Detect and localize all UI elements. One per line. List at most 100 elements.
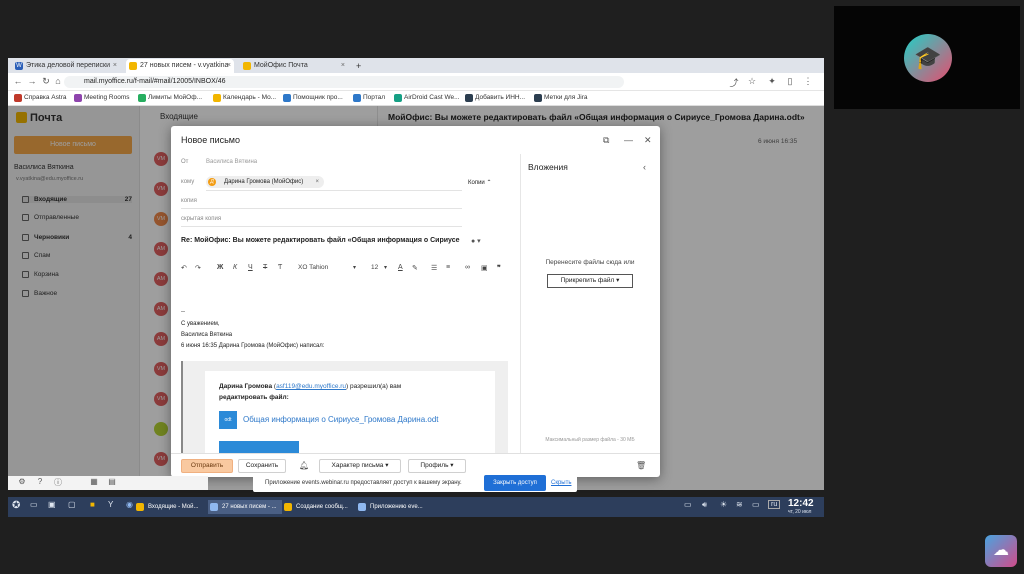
numbered-list-icon[interactable]: ☰ — [431, 264, 437, 272]
send-button[interactable]: Отправить — [181, 459, 233, 473]
help-icon[interactable]: ? — [34, 477, 46, 486]
calendar-icon[interactable]: ▤ — [106, 477, 118, 486]
body-line[interactable]: Василиса Вяткина — [181, 332, 232, 338]
clock-time[interactable]: 12:42 — [788, 498, 814, 509]
trash-icon[interactable]: 🗑︎ — [636, 461, 646, 470]
undo-icon[interactable]: ↶ — [181, 264, 187, 272]
bookmark-item[interactable]: Метки для Jira — [534, 94, 588, 102]
start-menu-icon[interactable]: ✪ — [12, 500, 20, 511]
save-button[interactable]: Сохранить — [238, 459, 286, 473]
forward-icon[interactable]: → — [26, 76, 38, 86]
body-line[interactable]: С уважением, — [181, 321, 220, 327]
cloud-icon[interactable]: ☁ — [985, 535, 1017, 567]
document-link[interactable]: Общая информация о Сириусе_Громова Дарин… — [243, 415, 439, 424]
show-desktop-icon[interactable]: ▭ — [684, 500, 692, 509]
from-value[interactable]: Василиса Вяткина — [206, 159, 257, 165]
mail-app-icon[interactable]: ■ — [90, 500, 95, 509]
star-icon[interactable]: ☆ — [746, 76, 758, 87]
new-tab-button[interactable]: + — [353, 59, 367, 73]
close-icon[interactable]: × — [227, 59, 231, 73]
taskbar-item-compose[interactable]: Создание сообщ... — [282, 500, 354, 514]
settings-icon[interactable]: ⚙ — [16, 477, 28, 486]
bookmark-item[interactable]: Календарь - Мо... — [213, 94, 276, 102]
chevron-left-icon[interactable]: ‹ — [643, 162, 646, 172]
volume-icon[interactable]: 🔊︎ — [702, 500, 707, 510]
home-icon[interactable]: ⌂ — [52, 76, 64, 86]
brightness-icon[interactable]: ☀ — [720, 500, 727, 509]
language-indicator[interactable]: ru — [768, 500, 781, 509]
font-select[interactable]: XO Tahion — [298, 264, 328, 271]
bookmark-item[interactable]: Справка Astra — [14, 94, 66, 102]
minimize-icon[interactable]: — — [624, 135, 633, 145]
italic-icon[interactable]: К — [233, 264, 237, 271]
highlight-icon[interactable]: ✎ — [412, 264, 418, 272]
sender-email-link[interactable]: asf119@edu.myoffice.ru — [276, 383, 346, 390]
subject-input[interactable]: Re: МойОфис: Вы можете редактировать фай… — [181, 237, 460, 244]
to-label: кому — [181, 179, 195, 185]
bell-icon[interactable]: 🔔︎ — [299, 461, 309, 470]
taskbar-item-mail-browser[interactable]: 27 новых писем - ... — [208, 500, 282, 514]
bullet-list-icon[interactable]: ≡ — [446, 264, 450, 271]
bookmark-item[interactable]: AirDroid Cast We... — [394, 94, 460, 102]
copies-toggle[interactable]: Копии ⌃ — [468, 179, 492, 186]
tab-etiquette[interactable]: W Этика деловой переписки × — [12, 59, 120, 73]
taskbar-item-app[interactable]: Приложению eve... — [356, 500, 430, 514]
character-select[interactable]: Характер письма ▾ — [319, 459, 401, 473]
hide-banner-link[interactable]: Скрыть — [551, 474, 571, 492]
wifi-icon[interactable]: ≋ — [736, 500, 743, 509]
back-icon[interactable]: ← — [12, 76, 24, 86]
chevron-down-icon[interactable]: ▾ — [384, 264, 387, 271]
body-line[interactable]: -- — [181, 309, 185, 315]
close-icon[interactable]: ✕ — [644, 135, 652, 146]
battery-icon[interactable]: ▭ — [752, 500, 760, 509]
stop-sharing-button[interactable]: Закрыть доступ — [484, 475, 546, 491]
tab-mail-inbox[interactable]: 27 новых писем - v.vyatkina × — [126, 59, 234, 73]
info-icon[interactable]: ⓘ — [52, 477, 64, 488]
quoted-message: Дарина Громова (asf119@edu.myoffice.ru) … — [181, 361, 508, 453]
bookmark-item[interactable]: Портал — [353, 94, 385, 102]
files-icon[interactable]: ▣ — [48, 500, 56, 509]
url-input[interactable]: mail.myoffice.ru/f-mail/#mail/12005/INBO… — [64, 76, 624, 88]
share-icon[interactable]: ⤴ — [728, 76, 740, 89]
font-size-select[interactable]: 12 — [371, 264, 378, 271]
divider — [206, 190, 462, 191]
close-icon[interactable]: × — [113, 59, 117, 73]
bookmark-item[interactable]: Добавить ИНН... — [465, 94, 525, 102]
importance-icon[interactable]: ● ▾ — [471, 237, 481, 245]
tab-myoffice-mail[interactable]: МойОфис Почта × — [240, 59, 348, 73]
bold-icon[interactable]: Ж — [217, 264, 223, 271]
bookmark-item[interactable]: Meeting Rooms — [74, 94, 130, 102]
text-color-icon[interactable]: A — [398, 264, 403, 271]
reload-icon[interactable]: ↻ — [40, 76, 52, 87]
link-icon[interactable]: ∞ — [465, 264, 470, 271]
extensions-icon[interactable]: ✦ — [766, 76, 778, 87]
clock-date: чт, 20 июл — [788, 509, 812, 515]
bcc-field[interactable]: скрытая копия — [181, 216, 221, 222]
bookmark-item[interactable]: Лимиты МойОф... — [138, 94, 202, 102]
remove-icon[interactable]: × — [315, 176, 319, 188]
profile-select[interactable]: Профиль ▾ — [408, 459, 466, 473]
image-icon[interactable]: ▣ — [481, 264, 488, 272]
yandex-browser-icon[interactable]: Y — [108, 500, 113, 509]
mail-view-icon[interactable]: ▦ — [88, 477, 100, 486]
clear-format-icon[interactable]: Ƭ — [278, 264, 282, 271]
terminal-icon[interactable]: ▭ — [30, 500, 38, 509]
menu-icon[interactable]: ⋮ — [802, 76, 814, 87]
bookmark-item[interactable]: Помощник про... — [283, 94, 343, 102]
cc-field[interactable]: копия — [181, 198, 197, 204]
quote-icon[interactable]: ❞ — [497, 264, 501, 272]
strike-icon[interactable]: Т — [263, 264, 267, 271]
folder-icon[interactable]: ▢ — [68, 500, 76, 509]
body-line[interactable]: 6 июня 16:35 Дарина Громова (МойОфис) на… — [181, 343, 324, 349]
redo-icon[interactable]: ↷ — [195, 264, 201, 272]
open-external-icon[interactable]: ⧉ — [603, 135, 609, 146]
recipient-chip[interactable]: Д Дарина Громова (МойОфис) × — [206, 176, 324, 188]
close-icon[interactable]: × — [341, 59, 345, 73]
underline-icon[interactable]: Ч — [248, 264, 253, 271]
chrome-icon[interactable]: ◉ — [126, 500, 133, 509]
sidebar-icon[interactable]: ▯ — [784, 76, 796, 87]
chevron-down-icon[interactable]: ▾ — [353, 264, 356, 271]
taskbar-item-inbox[interactable]: Входящие - Мой... — [134, 500, 206, 514]
attach-file-button[interactable]: Прикрепить файл ▾ — [547, 274, 633, 288]
open-document-button[interactable] — [219, 441, 299, 453]
